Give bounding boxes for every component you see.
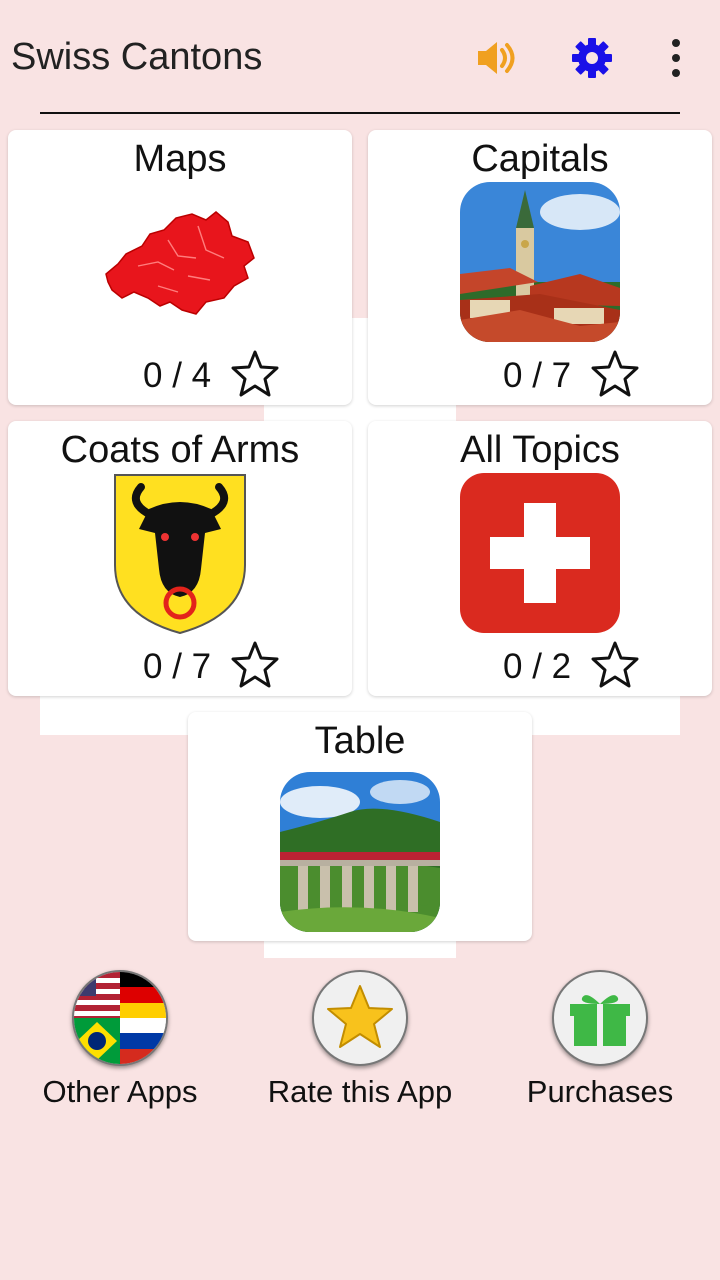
flags-icon: [72, 970, 168, 1066]
app-bar: Swiss Cantons: [0, 0, 720, 112]
gear-icon[interactable]: [570, 36, 614, 80]
purchases-label: Purchases: [526, 1074, 674, 1109]
star-outline-icon: [591, 640, 639, 688]
card-all-topics[interactable]: All Topics 0 / 2: [368, 421, 712, 696]
bern-old-town-image: [460, 182, 620, 342]
purchases-button[interactable]: Purchases: [480, 970, 720, 1120]
rate-app-label: Rate this App: [267, 1074, 453, 1109]
card-capitals[interactable]: Capitals 0 / 7: [368, 130, 712, 405]
app-title: Swiss Cantons: [11, 36, 263, 78]
speaker-icon[interactable]: [474, 36, 518, 80]
star-outline-icon: [591, 349, 639, 397]
card-maps[interactable]: Maps 0 / 4: [8, 130, 352, 405]
header-divider: [40, 112, 680, 114]
card-score: 0 / 7: [503, 356, 572, 395]
card-score: 0 / 4: [143, 356, 212, 395]
card-title: Coats of Arms: [60, 429, 300, 471]
star-outline-icon: [231, 349, 279, 397]
rate-app-button[interactable]: Rate this App: [240, 970, 480, 1120]
card-score: 0 / 7: [143, 647, 212, 686]
viaduct-train-image: [280, 772, 440, 932]
other-apps-button[interactable]: Other Apps: [0, 970, 240, 1120]
swiss-flag-image: [460, 473, 620, 633]
card-coats-of-arms[interactable]: Coats of Arms 0 / 7: [8, 421, 352, 696]
card-title: Maps: [133, 138, 227, 180]
card-table[interactable]: Table: [188, 712, 532, 941]
star-outline-icon: [231, 640, 279, 688]
card-title: Capitals: [471, 138, 609, 180]
swiss-map-image: [98, 206, 262, 318]
gift-icon: [552, 970, 648, 1066]
more-vert-icon[interactable]: [654, 36, 698, 80]
card-title: All Topics: [460, 429, 620, 471]
other-apps-label: Other Apps: [42, 1074, 198, 1109]
uri-coat-of-arms-image: [113, 473, 247, 635]
card-title: Table: [314, 720, 406, 762]
star-filled-icon: [312, 970, 408, 1066]
card-score: 0 / 2: [503, 647, 572, 686]
